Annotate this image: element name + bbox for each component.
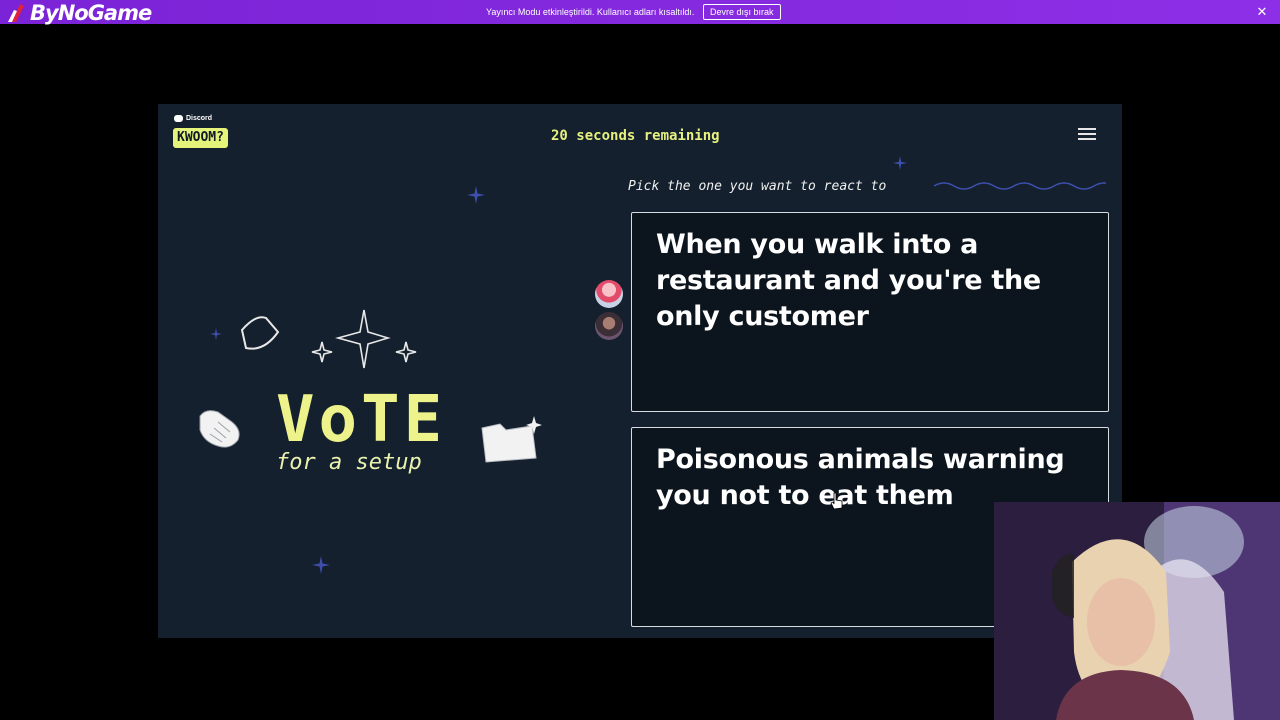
sparkle-icon [312,556,330,574]
hamburger-menu-icon[interactable] [1078,128,1096,142]
bynogame-flame-icon [8,4,24,22]
star-cluster-icon [311,309,417,369]
discord-icon [174,115,183,122]
wave-decoration [934,182,1106,190]
countdown-timer: 20 seconds remaining [551,126,751,146]
sparkle-icon [467,186,485,204]
prompt-text: Pick the one you want to react to [628,179,887,194]
streamer-video-icon [994,502,1280,720]
close-icon[interactable]: ✕ [1254,4,1270,20]
brand-name: ByNoGame [30,1,152,25]
sparkle-icon [210,328,222,340]
diamond-shape-icon [240,316,280,350]
streamer-mode-message: Yayıncı Modu etkinleştirildi. Kullanıcı … [486,7,695,17]
bynogame-logo[interactable]: ByNoGame [6,1,152,25]
discord-badge: Discord [174,115,212,122]
kwoom-logo: KWOOM? [173,128,228,148]
player-avatar [595,312,623,340]
webcam-overlay [994,502,1280,720]
option-text: When you walk into a restaurant and you'… [656,229,1041,332]
option-card[interactable]: When you walk into a restaurant and you'… [631,212,1109,412]
platform-label: Discord [186,115,213,122]
streamer-mode-banner: ByNoGame Yayıncı Modu etkinleştirildi. K… [0,0,1280,24]
sparkle-icon [893,156,907,170]
hand-icon [199,410,240,448]
folder-icon [481,416,542,463]
disable-streamer-mode-button[interactable]: Devre dışı bırak [703,4,781,20]
timer-label: seconds remaining [576,128,720,144]
hand-cursor-icon [830,492,843,510]
player-avatar [595,280,623,308]
game-frame: Discord KWOOM? 20 seconds remaining Pick… [158,104,1122,638]
vote-subtitle: for a setup [276,450,422,475]
timer-number: 20 [551,128,568,144]
vote-title: VoTE [276,383,447,457]
